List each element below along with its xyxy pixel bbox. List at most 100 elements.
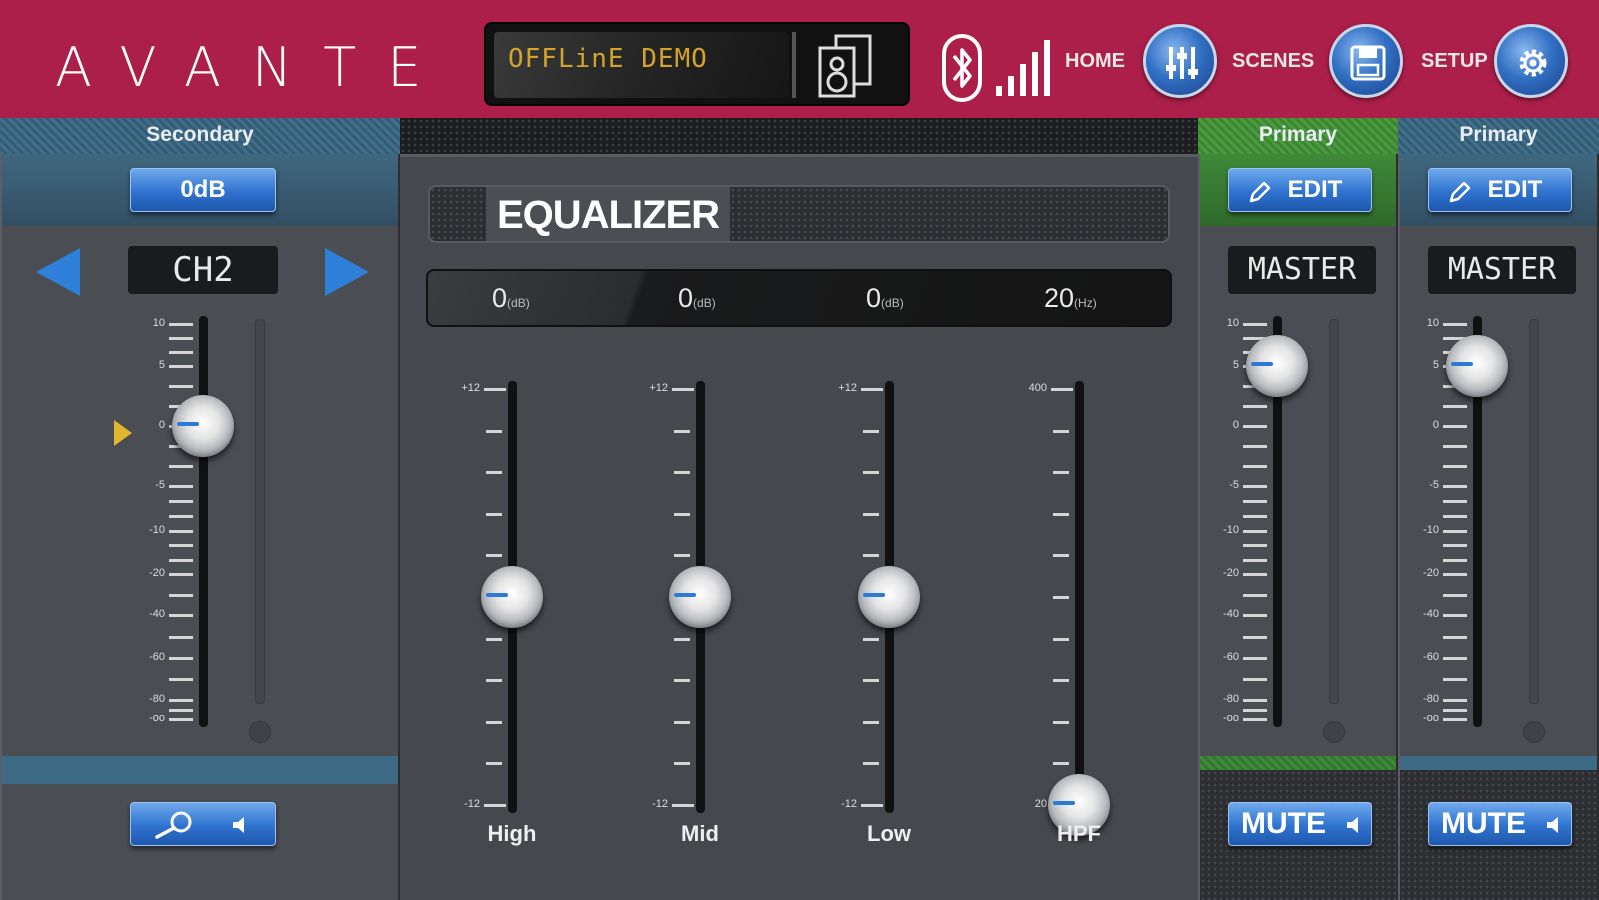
eq-2-fader-knob[interactable] — [858, 566, 920, 628]
primary-2-scale-label: -10 — [1423, 524, 1439, 536]
secondary-minor-tick — [169, 515, 193, 518]
secondary-minor-tick — [169, 708, 193, 712]
secondary-channel-strip: 0dB CH2 10 5 0 -5 -10 -20 -40 -60 -80 -oo — [0, 154, 400, 900]
primary-1-scale-tick — [1243, 425, 1267, 428]
eq-1-fader-knob[interactable] — [669, 566, 731, 628]
primary-2-scale-tick — [1443, 657, 1467, 660]
primary-1-scale-tick — [1243, 573, 1267, 576]
primary-1-fader-knob[interactable] — [1246, 335, 1308, 397]
next-channel-arrow-icon[interactable] — [325, 248, 369, 296]
scenes-button[interactable] — [1329, 24, 1403, 98]
primary-2-channel-strip: EDIT MASTER 10 5 0 -5 -10 -20 -40 -60 -80 -oo MUT… — [1398, 154, 1599, 900]
eq-1-scale-tick — [672, 388, 694, 391]
primary-1-minor-tick — [1243, 558, 1267, 562]
eq-1-scale-tick — [674, 471, 690, 475]
primary-1-scale-label: -20 — [1223, 567, 1239, 579]
secondary-minor-tick — [169, 465, 193, 468]
eq-value-low: 0(dB) — [866, 283, 904, 313]
secondary-scale-tick — [169, 657, 193, 660]
primary-1-section-label: Primary — [1198, 118, 1398, 154]
primary-2-edit-button[interactable]: EDIT — [1428, 168, 1572, 212]
eq-3-min-label: 20 — [1034, 798, 1047, 810]
secondary-scale-label: -20 — [149, 567, 165, 579]
eq-3-scale-tick — [1053, 596, 1069, 599]
status-display: OFFLinE DEMO — [484, 22, 910, 106]
secondary-fader-track[interactable] — [199, 316, 208, 727]
primary-1-minor-tick — [1243, 465, 1267, 468]
primary-1-scale-label: -60 — [1223, 651, 1239, 663]
primary-1-scale-label: 5 — [1232, 359, 1239, 371]
secondary-scale-tick — [169, 485, 193, 488]
primary-2-scale-tick — [1443, 425, 1467, 428]
eq-2-scale-tick — [863, 429, 879, 433]
secondary-minor-tick — [169, 558, 193, 562]
eq-0-scale-tick — [486, 637, 502, 641]
eq-0-scale-tick — [486, 512, 502, 516]
secondary-minor-tick — [169, 337, 193, 340]
secondary-scale-tick — [169, 530, 193, 533]
primary-1-mute-button[interactable]: MUTE — [1228, 802, 1372, 846]
primary-2-fader-knob[interactable] — [1446, 335, 1508, 397]
eq-2-scale-tick — [863, 512, 879, 516]
eq-3-scale-tick — [1053, 762, 1069, 766]
home-label: HOME — [1065, 50, 1125, 72]
secondary-fader-knob[interactable] — [172, 395, 234, 457]
eq-1-band-name: Mid — [681, 821, 719, 846]
primary-2-mute-button[interactable]: MUTE — [1428, 802, 1572, 846]
primary-1-minor-tick — [1243, 593, 1267, 597]
header-bar: AVANTE OFFLinE DEMO HOME SCENES SETUP — [0, 0, 1599, 118]
pencil-icon — [1449, 181, 1471, 203]
eq-0-max-label: +12 — [461, 382, 480, 394]
eq-0-scale-tick — [484, 804, 506, 807]
secondary-minor-tick — [169, 678, 193, 681]
secondary-scale-tick — [169, 323, 193, 326]
status-divider — [792, 32, 796, 98]
primary-2-scale-label: 5 — [1432, 359, 1439, 371]
eq-0-fader-knob[interactable] — [481, 566, 543, 628]
primary-1-strip-header: EDIT — [1200, 154, 1396, 226]
eq-3-scale-tick — [1051, 388, 1073, 391]
eq-2-scale-tick — [861, 804, 883, 807]
primary-1-scale-label: -5 — [1229, 479, 1239, 491]
level-marker-icon — [114, 420, 132, 446]
eq-value-mid: 0(dB) — [678, 283, 716, 313]
primary-2-minor-tick — [1443, 500, 1467, 503]
previous-channel-arrow-icon[interactable] — [36, 248, 80, 296]
primary-1-minor-tick — [1243, 708, 1267, 712]
primary-1-minor-tick — [1243, 515, 1267, 518]
primary-2-scale-label: -oo — [1423, 712, 1439, 724]
key-icon — [155, 811, 192, 839]
solo-button[interactable] — [130, 802, 276, 846]
eq-3-scale-tick — [1053, 554, 1069, 558]
eq-2-band-name: Low — [867, 821, 911, 846]
eq-2-max-label: +12 — [838, 382, 857, 394]
eq-0-scale-tick — [486, 679, 502, 683]
primary-2-scale-label: -5 — [1429, 479, 1439, 491]
home-button[interactable] — [1143, 24, 1217, 98]
primary-1-minor-tick — [1243, 544, 1267, 548]
secondary-scale-tick — [169, 365, 193, 368]
speaker-icon[interactable] — [816, 34, 876, 98]
eq-value-hpf: 20(Hz) — [1044, 283, 1097, 313]
primary-2-scale-tick — [1443, 718, 1467, 721]
setup-button[interactable] — [1494, 24, 1568, 98]
eq-3-scale-tick — [1053, 720, 1069, 724]
primary-2-scale-label: -80 — [1423, 693, 1439, 705]
primary-1-scale-tick — [1243, 614, 1267, 617]
secondary-scale-tick — [169, 614, 193, 617]
eq-0-scale-tick — [486, 762, 502, 766]
secondary-scale-label: -80 — [149, 693, 165, 705]
status-text: OFFLinE DEMO — [508, 44, 708, 74]
secondary-minor-tick — [169, 593, 193, 597]
secondary-scale-tick — [169, 573, 193, 576]
primary-2-minor-tick — [1443, 405, 1467, 408]
eq-0-scale-tick — [486, 429, 502, 433]
primary-1-scale-tick — [1243, 699, 1267, 702]
primary-1-scale-tick — [1243, 718, 1267, 721]
primary-1-edit-button[interactable]: EDIT — [1228, 168, 1372, 212]
eq-3-fader-track[interactable] — [1075, 381, 1084, 813]
eq-2-min-label: -12 — [841, 798, 857, 810]
primary-2-minor-tick — [1443, 635, 1467, 639]
scenes-label: SCENES — [1232, 50, 1315, 72]
gain-button[interactable]: 0dB — [130, 168, 276, 212]
